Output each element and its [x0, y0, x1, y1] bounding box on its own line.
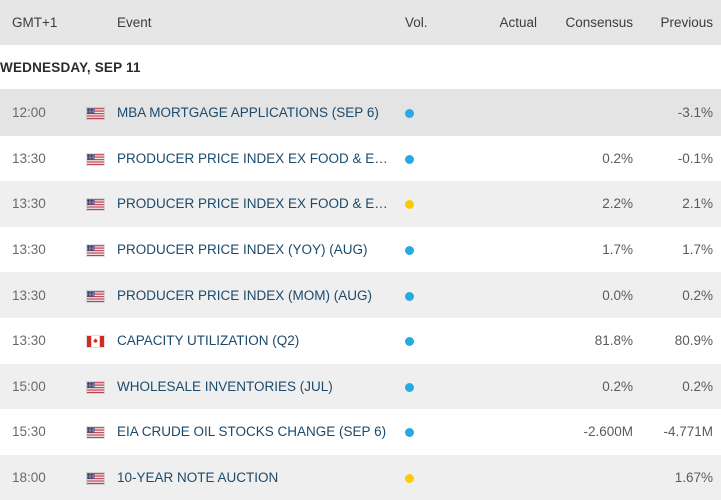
consensus-value: 81.8%	[537, 333, 633, 348]
volatility-low-icon	[405, 292, 414, 301]
table-row[interactable]: 12:00 MBA MORTGAGE APPLICATIONS (SEP 6) -3…	[0, 90, 721, 136]
volatility-cell	[405, 470, 451, 485]
flag-us-icon	[86, 426, 105, 439]
table-row[interactable]: 15:30 EIA CRUDE OIL STOCKS CHANGE (SEP 6)…	[0, 409, 721, 455]
country-flag-cell	[86, 105, 117, 120]
event-time: 13:30	[0, 242, 86, 257]
volatility-low-icon	[405, 428, 414, 437]
column-header-event: Event	[117, 15, 405, 30]
day-label: WEDNESDAY, SEP 11	[0, 60, 141, 75]
volatility-cell	[405, 424, 451, 439]
volatility-cell	[405, 196, 451, 211]
event-name-link[interactable]: PRODUCER PRICE INDEX (YOY) (AUG)	[117, 242, 405, 257]
previous-value: -4.771M	[633, 424, 721, 439]
calendar-rows: 12:00 MBA MORTGAGE APPLICATIONS (SEP 6) -3…	[0, 90, 721, 500]
event-time: 13:30	[0, 333, 86, 348]
consensus-value: 0.2%	[537, 151, 633, 166]
event-name-link[interactable]: MBA MORTGAGE APPLICATIONS (SEP 6)	[117, 105, 405, 120]
flag-us-icon	[86, 381, 105, 394]
volatility-cell	[405, 333, 451, 348]
previous-value: 1.67%	[633, 470, 721, 485]
table-row[interactable]: 15:00 WHOLESALE INVENTORIES (JUL) 0.2%0.2%	[0, 364, 721, 410]
previous-value: -3.1%	[633, 105, 721, 120]
volatility-cell	[405, 379, 451, 394]
flag-us-icon	[86, 290, 105, 303]
flag-us-icon	[86, 244, 105, 257]
table-row[interactable]: 13:30 CAPACITY UTILIZATION (Q2) 81.8%80.9%	[0, 318, 721, 364]
event-time: 15:30	[0, 424, 86, 439]
event-name-link[interactable]: PRODUCER PRICE INDEX EX FOOD & ENE…	[117, 196, 405, 211]
country-flag-cell	[86, 379, 117, 394]
table-row[interactable]: 13:30 PRODUCER PRICE INDEX (YOY) (AUG) 1.7…	[0, 227, 721, 273]
volatility-low-icon	[405, 337, 414, 346]
volatility-low-icon	[405, 383, 414, 392]
flag-us-icon	[86, 107, 105, 120]
previous-value: 0.2%	[633, 288, 721, 303]
flag-us-icon	[86, 198, 105, 211]
volatility-medium-icon	[405, 474, 414, 483]
volatility-cell	[405, 151, 451, 166]
event-time: 13:30	[0, 196, 86, 211]
flag-ca-icon	[86, 335, 105, 348]
event-name-link[interactable]: PRODUCER PRICE INDEX EX FOOD & ENE…	[117, 151, 405, 166]
flag-us-icon	[86, 153, 105, 166]
volatility-low-icon	[405, 155, 414, 164]
previous-value: 2.1%	[633, 196, 721, 211]
column-header-previous: Previous	[633, 15, 721, 30]
consensus-value: -2.600M	[537, 424, 633, 439]
event-name-link[interactable]: EIA CRUDE OIL STOCKS CHANGE (SEP 6)	[117, 424, 405, 439]
consensus-value: 0.2%	[537, 379, 633, 394]
event-time: 13:30	[0, 151, 86, 166]
consensus-value: 0.0%	[537, 288, 633, 303]
country-flag-cell	[86, 424, 117, 439]
event-name-link[interactable]: WHOLESALE INVENTORIES (JUL)	[117, 379, 405, 394]
table-row[interactable]: 13:30 PRODUCER PRICE INDEX (MOM) (AUG) 0.0…	[0, 272, 721, 318]
country-flag-cell	[86, 470, 117, 485]
flag-us-icon	[86, 472, 105, 485]
calendar-header-row: GMT+1 Event Vol. Actual Consensus Previo…	[0, 0, 721, 45]
volatility-medium-icon	[405, 200, 414, 209]
column-header-actual: Actual	[451, 15, 537, 30]
volatility-low-icon	[405, 246, 414, 255]
table-row[interactable]: 13:30 PRODUCER PRICE INDEX EX FOOD & ENE……	[0, 181, 721, 227]
event-name-link[interactable]: PRODUCER PRICE INDEX (MOM) (AUG)	[117, 288, 405, 303]
event-time: 15:00	[0, 379, 86, 394]
column-header-volatility: Vol.	[405, 15, 451, 30]
event-time: 12:00	[0, 105, 86, 120]
previous-value: 80.9%	[633, 333, 721, 348]
consensus-value: 1.7%	[537, 242, 633, 257]
country-flag-cell	[86, 333, 117, 348]
event-name-link[interactable]: CAPACITY UTILIZATION (Q2)	[117, 333, 405, 348]
previous-value: 1.7%	[633, 242, 721, 257]
country-flag-cell	[86, 242, 117, 257]
country-flag-cell	[86, 196, 117, 211]
volatility-cell	[405, 288, 451, 303]
column-header-consensus: Consensus	[537, 15, 633, 30]
volatility-low-icon	[405, 109, 414, 118]
table-row[interactable]: 18:00 10-YEAR NOTE AUCTION 1.67%	[0, 455, 721, 500]
day-separator: WEDNESDAY, SEP 11	[0, 45, 721, 90]
event-time: 13:30	[0, 288, 86, 303]
economic-calendar: GMT+1 Event Vol. Actual Consensus Previo…	[0, 0, 721, 500]
column-header-timezone: GMT+1	[0, 15, 86, 30]
previous-value: 0.2%	[633, 379, 721, 394]
volatility-cell	[405, 242, 451, 257]
country-flag-cell	[86, 151, 117, 166]
consensus-value: 2.2%	[537, 196, 633, 211]
event-time: 18:00	[0, 470, 86, 485]
event-name-link[interactable]: 10-YEAR NOTE AUCTION	[117, 470, 405, 485]
volatility-cell	[405, 105, 451, 120]
previous-value: -0.1%	[633, 151, 721, 166]
country-flag-cell	[86, 288, 117, 303]
table-row[interactable]: 13:30 PRODUCER PRICE INDEX EX FOOD & ENE……	[0, 136, 721, 182]
